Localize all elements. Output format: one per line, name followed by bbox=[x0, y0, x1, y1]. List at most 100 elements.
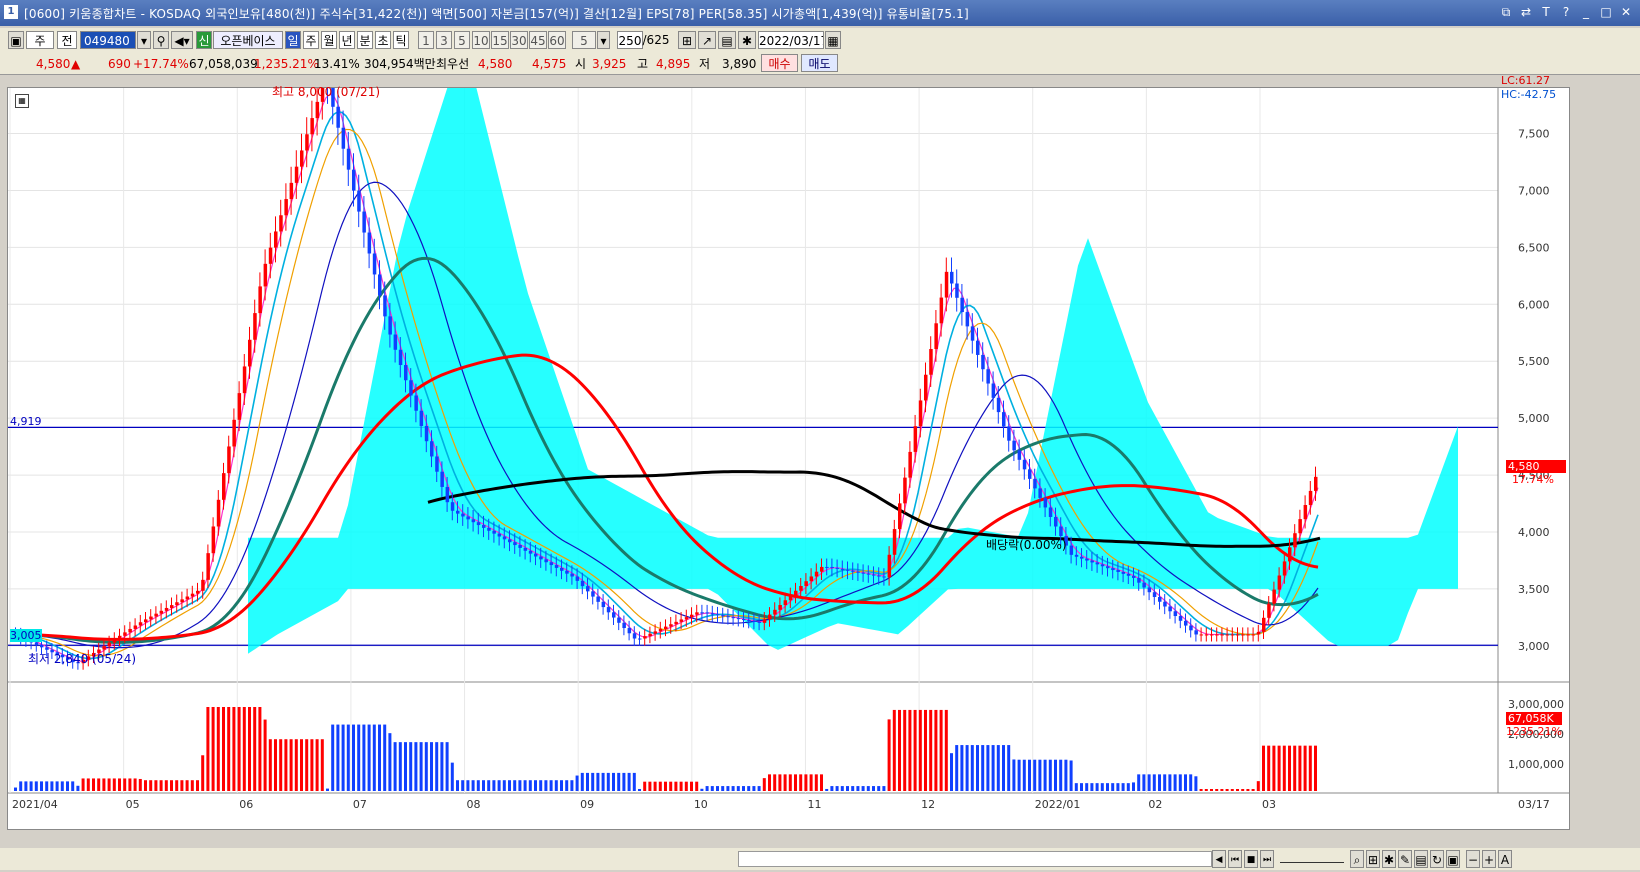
layout-icon[interactable]: ▣ bbox=[8, 31, 24, 49]
candle-body bbox=[846, 569, 850, 571]
prev-button[interactable]: 전 bbox=[57, 31, 77, 49]
link-window-icon[interactable]: ⧉ bbox=[1498, 4, 1514, 20]
volume-bar bbox=[1033, 759, 1037, 791]
x-tick-label: 05 bbox=[126, 798, 140, 811]
lock-icon[interactable]: ▣ bbox=[1446, 850, 1460, 868]
candle-body bbox=[924, 374, 928, 401]
candle-body bbox=[1210, 634, 1214, 636]
new-badge: 신 bbox=[196, 31, 212, 49]
price-chart[interactable]: 7,5007,0006,5006,0005,5005,0004,5004,000… bbox=[8, 88, 1569, 829]
settings-icon[interactable]: ✱ bbox=[1382, 850, 1396, 868]
candle-body bbox=[107, 642, 112, 647]
help-icon[interactable]: ? bbox=[1558, 4, 1574, 20]
volume-bar bbox=[1288, 745, 1291, 791]
scroll-left-icon[interactable]: ◀ bbox=[1212, 850, 1226, 868]
candle-body bbox=[476, 522, 481, 526]
volume-bar bbox=[710, 786, 714, 791]
price-change: 690 bbox=[108, 57, 131, 71]
volume-bar bbox=[346, 724, 350, 791]
save-icon[interactable]: ▤ bbox=[718, 31, 736, 49]
volume-bar bbox=[918, 709, 922, 791]
candle-body bbox=[513, 542, 517, 546]
volume-bar bbox=[102, 778, 106, 791]
sell-button[interactable]: 매도 bbox=[801, 54, 838, 72]
zoom-icon[interactable]: ⌕ bbox=[1350, 850, 1364, 868]
chevron-down-icon[interactable]: ▾ bbox=[137, 31, 151, 49]
interval-5[interactable]: 5 bbox=[454, 31, 470, 49]
zoom-slider[interactable] bbox=[1280, 854, 1344, 863]
volume-bar bbox=[1199, 789, 1203, 791]
volume-bar bbox=[846, 786, 849, 791]
pin-icon[interactable]: ✎ bbox=[1398, 850, 1412, 868]
count-input[interactable]: 250 bbox=[617, 31, 643, 49]
candle-body bbox=[40, 644, 44, 648]
tab-minute[interactable]: 분 bbox=[357, 31, 373, 49]
candle-body bbox=[424, 425, 429, 442]
volume-bar bbox=[305, 739, 309, 791]
first-page-icon[interactable]: ⏮ bbox=[1228, 850, 1242, 868]
indicator-icon[interactable]: ⊞ bbox=[678, 31, 696, 49]
interval-select[interactable]: 5 bbox=[572, 31, 596, 49]
candle-body bbox=[1303, 505, 1308, 520]
volume-bar bbox=[1210, 789, 1213, 791]
tab-tick[interactable]: 틱 bbox=[393, 31, 409, 49]
tab-year[interactable]: 년 bbox=[339, 31, 355, 49]
window-icon[interactable]: 1 bbox=[4, 5, 18, 19]
refresh-icon[interactable]: ↻ bbox=[1430, 850, 1444, 868]
volume-bar bbox=[118, 778, 121, 791]
stop-icon[interactable]: ■ bbox=[1244, 850, 1258, 868]
gear-icon[interactable]: ✱ bbox=[738, 31, 756, 49]
grid-icon[interactable]: ⊞ bbox=[1366, 850, 1380, 868]
speaker-icon[interactable]: ◀▾ bbox=[171, 31, 193, 49]
candle-body bbox=[274, 231, 278, 248]
search-icon[interactable]: ⚲ bbox=[153, 31, 169, 49]
volume-bar bbox=[123, 778, 127, 791]
minimize-button[interactable]: _ bbox=[1578, 4, 1594, 20]
calendar-icon[interactable]: ▦ bbox=[825, 31, 841, 49]
volume-bar bbox=[81, 778, 85, 791]
candle-body bbox=[996, 397, 1001, 413]
text-icon[interactable]: T bbox=[1538, 4, 1554, 20]
candle-body bbox=[248, 339, 252, 367]
zoom-in-icon[interactable]: + bbox=[1482, 850, 1496, 868]
tab-week[interactable]: 주 bbox=[303, 31, 319, 49]
close-button[interactable]: ✕ bbox=[1618, 4, 1634, 20]
interval-60[interactable]: 60 bbox=[548, 31, 566, 49]
buy-button[interactable]: 매수 bbox=[761, 54, 798, 72]
tab-month[interactable]: 월 bbox=[321, 31, 337, 49]
candle-body bbox=[872, 574, 876, 576]
chevron-down-icon[interactable]: ▾ bbox=[597, 31, 610, 49]
interval-1[interactable]: 1 bbox=[418, 31, 434, 49]
date-input[interactable]: 2022/03/17 bbox=[758, 31, 824, 49]
print-icon[interactable]: ▤ bbox=[1414, 850, 1428, 868]
candle-body bbox=[950, 271, 954, 284]
candle-body bbox=[1028, 469, 1032, 479]
last-page-icon[interactable]: ⏭ bbox=[1260, 850, 1274, 868]
tab-day[interactable]: 일 bbox=[285, 31, 301, 49]
swap-icon[interactable]: ⇄ bbox=[1518, 4, 1534, 20]
volume-bar bbox=[768, 774, 771, 791]
stock-code-input[interactable]: 049480 bbox=[80, 31, 136, 49]
auto-scale-icon[interactable]: A bbox=[1498, 850, 1512, 868]
zoom-out-icon[interactable]: − bbox=[1466, 850, 1480, 868]
candle-body bbox=[456, 510, 460, 514]
horizontal-scrollbar[interactable] bbox=[738, 851, 1212, 867]
draw-icon[interactable]: ↗ bbox=[698, 31, 716, 49]
volume-bar bbox=[14, 787, 17, 791]
candle-body bbox=[138, 622, 143, 626]
chart-settings-icon[interactable]: ▦ bbox=[15, 94, 29, 108]
y-tick-label: 3,500 bbox=[1518, 583, 1550, 596]
maximize-button[interactable]: □ bbox=[1598, 4, 1614, 20]
volume: 67,058,039 bbox=[189, 57, 258, 71]
chart-panel[interactable]: 7,500 7,000 6,500 6,000 5,500 5,000 4,500 4,000… bbox=[7, 74, 1570, 830]
period-mode-select[interactable]: 주 bbox=[26, 31, 54, 49]
candle-body bbox=[383, 295, 387, 317]
candle-body bbox=[123, 632, 127, 636]
interval-15[interactable]: 15 bbox=[491, 31, 509, 49]
interval-10[interactable]: 10 bbox=[472, 31, 490, 49]
tab-second[interactable]: 초 bbox=[375, 31, 391, 49]
interval-3[interactable]: 3 bbox=[436, 31, 452, 49]
volume-bar bbox=[450, 762, 454, 791]
interval-45[interactable]: 45 bbox=[529, 31, 547, 49]
interval-30[interactable]: 30 bbox=[510, 31, 528, 49]
